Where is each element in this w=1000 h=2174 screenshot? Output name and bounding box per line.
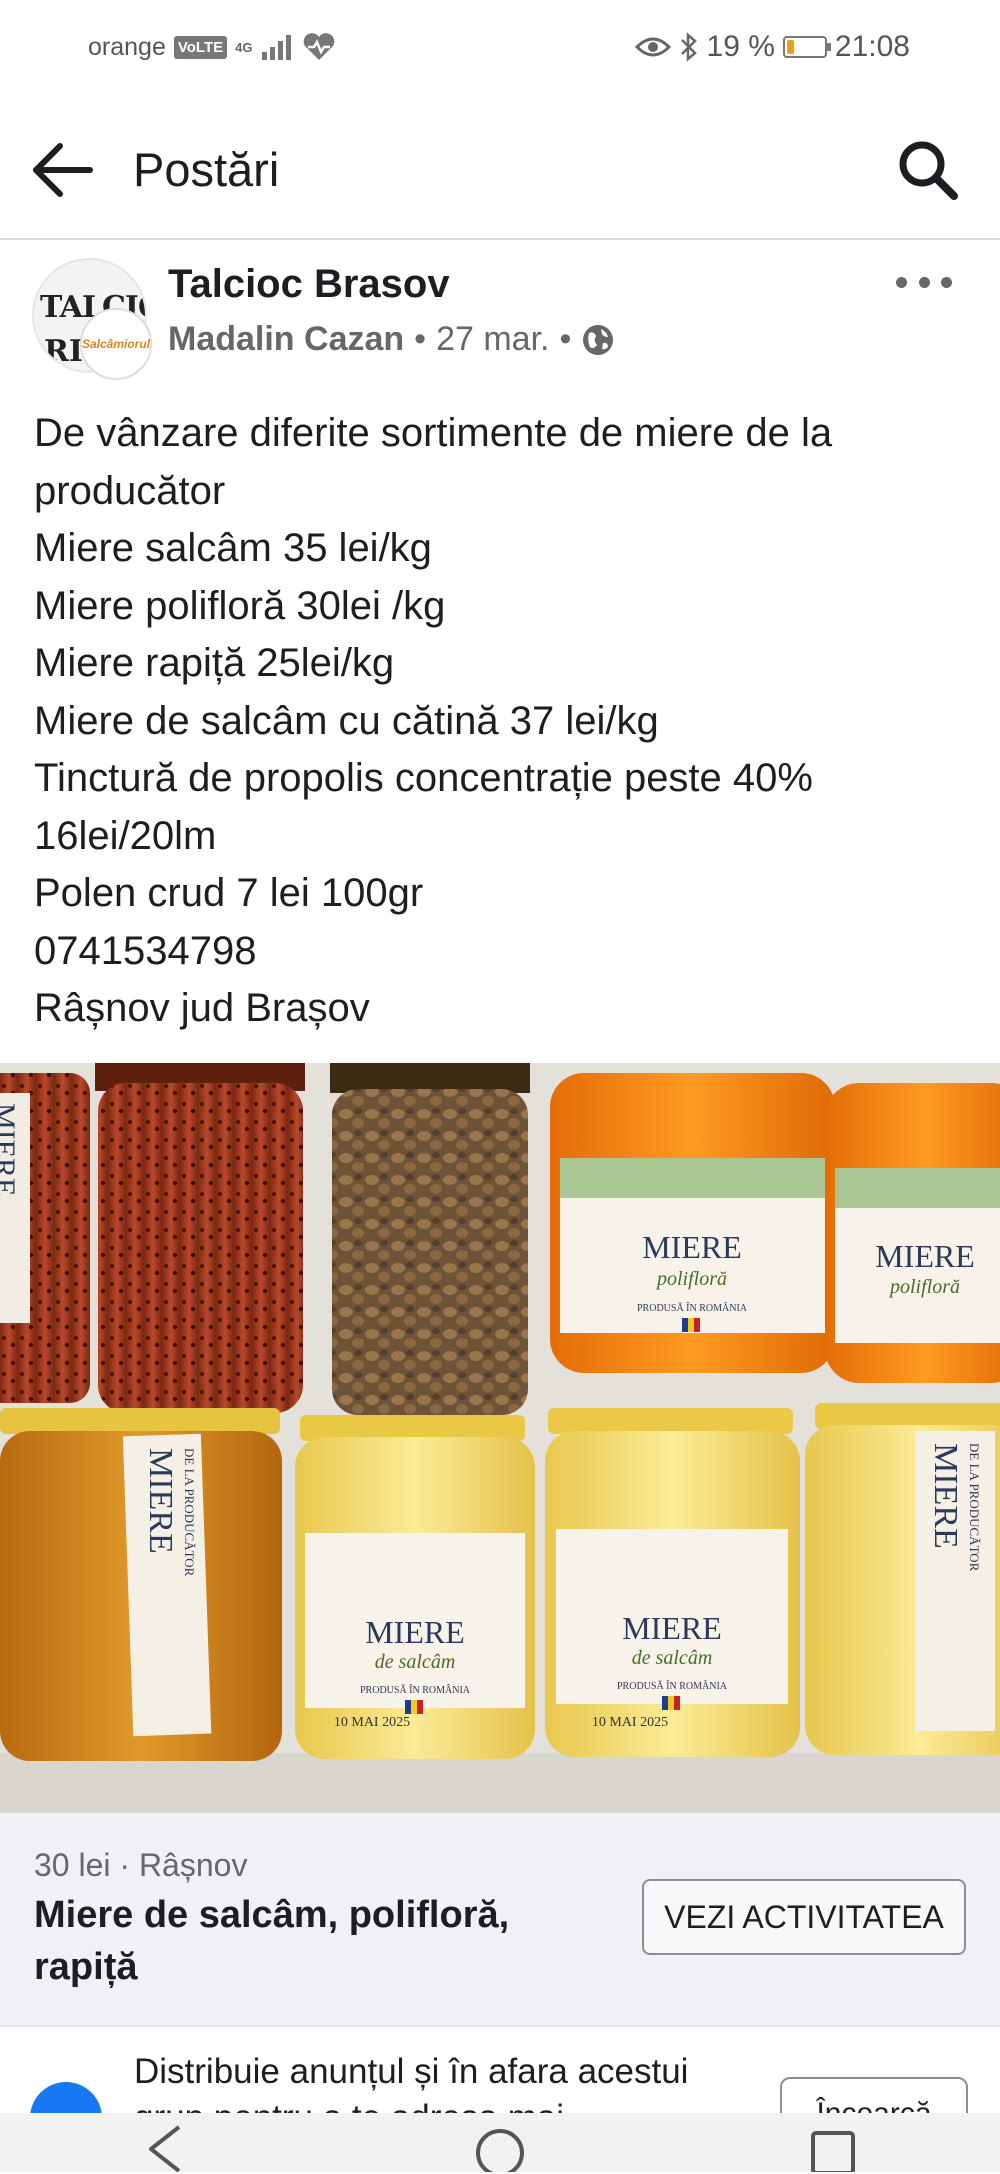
author-name-link[interactable]: Madalin Cazan (168, 320, 404, 359)
post-text-line: producător (34, 468, 226, 513)
more-dot-icon (896, 276, 907, 288)
post-photo[interactable]: MIERE polifloră PRODUSĂ ÎN ROMÂNIA MIERE… (0, 1063, 1000, 1813)
post-header: TALCIO RI Salcâmiorul Talcioc Brasov Mad… (0, 240, 1000, 390)
post-date[interactable]: 27 mar. (436, 320, 549, 359)
health-heart-icon (304, 33, 335, 60)
post-text-line: Tinctură de propolis concentrație peste … (34, 756, 813, 800)
honey-jars-image: MIERE polifloră PRODUSĂ ÎN ROMÂNIA MIERE… (0, 1063, 1000, 1813)
post-text-line: Râșnov jud Brașov (34, 986, 370, 1030)
nav-recents-icon[interactable] (803, 2123, 863, 2172)
meta-separator: • (559, 320, 572, 358)
post-text-line: Polen crud 7 lei 100gr (34, 871, 424, 915)
post-text-line: De vânzare diferite sortimente de miere … (34, 411, 833, 455)
jar-side-tag-sub: DE LA PRODUCĂTOR (967, 1443, 982, 1572)
battery-fill (786, 40, 794, 54)
jar-label-origin: PRODUSĂ ÎN ROMÂNIA (617, 1680, 728, 1692)
jar-label-brand: MIERE (642, 1229, 742, 1265)
back-button[interactable] (30, 140, 100, 200)
author-avatar-logo: Salcâmiorul (81, 337, 151, 351)
battery-percent: 19 % (706, 30, 775, 63)
listing-price-location: 30 lei · Râșnov (34, 1847, 248, 1883)
group-name-link[interactable]: Talcioc Brasov (168, 262, 450, 307)
view-activity-button[interactable]: VEZI ACTIVITATEA (642, 1879, 966, 1955)
jar-side-tag: MIERE (142, 1448, 179, 1554)
jar-label-brand: MIERE (622, 1610, 722, 1646)
jar-label-acacia: de salcâm (632, 1647, 713, 1669)
jar-label-origin: PRODUSĂ ÎN ROMÂNIA (637, 1302, 748, 1314)
eye-comfort-icon (634, 37, 671, 57)
group-avatar-logo-text-2: RI (44, 334, 83, 369)
jar-label-polyflora: polifloră (888, 1276, 960, 1298)
search-button[interactable] (896, 138, 960, 202)
listing-title[interactable]: Miere de salcâm, polifloră, rapiță (34, 1889, 594, 1993)
status-right: 19 % 21:08 (634, 30, 910, 64)
more-options-button[interactable] (896, 270, 952, 294)
clock: 21:08 (834, 30, 910, 63)
status-left: orange VoLTE 4G (88, 32, 336, 62)
battery-icon (782, 36, 831, 58)
jar-label-origin: PRODUSĂ ÎN ROMÂNIA (360, 1684, 471, 1696)
status-bar: orange VoLTE 4G 19 % 21:08 (0, 0, 1000, 100)
author-avatar[interactable]: Salcâmiorul (80, 308, 152, 380)
post-text-line: Miere rapiță 25lei/kg (34, 641, 395, 685)
network-type: 4G (235, 39, 253, 55)
arrow-left-icon (33, 143, 93, 197)
globe-icon (583, 324, 614, 355)
jar-label-polyflora: polifloră (655, 1268, 727, 1290)
volte-badge: VoLTE (173, 35, 228, 59)
post-text-line: Miere salcâm 35 lei/kg (34, 526, 432, 570)
post-meta: Madalin Cazan • 27 mar. • (168, 320, 615, 359)
nav-back-icon[interactable] (137, 2123, 197, 2172)
carrier-name: orange (88, 32, 166, 61)
nav-home-icon[interactable] (470, 2123, 530, 2172)
jar-label-acacia: de salcâm (375, 1651, 456, 1673)
jar-side-tag: MIERE (0, 1103, 21, 1196)
jar-date-stamp: 10 MAI 2025 (592, 1715, 668, 1730)
post-text: De vânzare diferite sortimente de miere … (34, 405, 974, 1038)
listing-card[interactable]: 30 lei · Râșnov Miere de salcâm, poliflo… (0, 1813, 1000, 2025)
system-nav-bar (0, 2113, 1000, 2172)
meta-separator: • (414, 320, 427, 358)
jar-label-brand: MIERE (365, 1614, 465, 1650)
signal-icon (262, 35, 292, 60)
jar-label-brand: MIERE (875, 1238, 975, 1274)
bluetooth-icon (680, 32, 697, 62)
post-text-line: Miere polifloră 30lei /kg (34, 583, 446, 628)
post-text-line: Miere de salcâm cu cătină 37 lei/kg (34, 698, 659, 743)
jar-date-stamp: 10 MAI 2025 (334, 1715, 410, 1730)
more-dot-icon (941, 276, 952, 288)
more-dot-icon (918, 276, 930, 288)
jar-side-tag-sub: DE LA PRODUCĂTOR (182, 1448, 197, 1577)
post-text-line: 16lei/20lm (34, 813, 217, 858)
search-icon (899, 141, 958, 200)
phone-number-link[interactable]: 0741534798 (34, 923, 974, 981)
top-app-bar: Postări (0, 100, 1000, 240)
jar-side-tag: MIERE (927, 1443, 964, 1549)
page-title: Postări (133, 143, 280, 196)
